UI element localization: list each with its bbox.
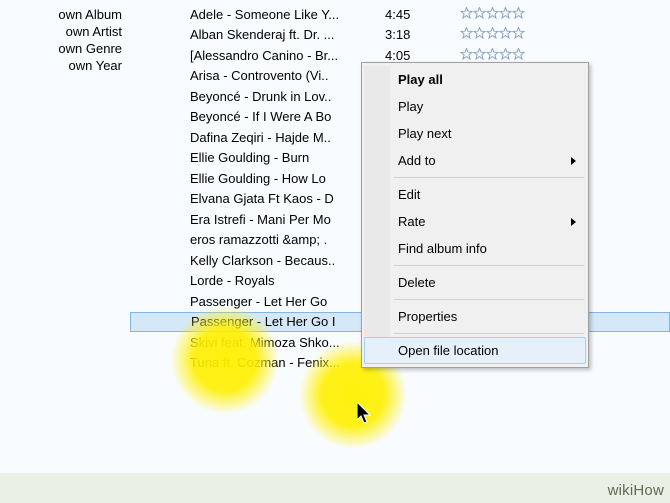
song-title: Kelly Clarkson - Becaus.. xyxy=(190,253,385,268)
star-icon xyxy=(473,7,486,19)
song-title: Ellie Goulding - Burn xyxy=(190,150,385,165)
song-rating[interactable] xyxy=(460,48,525,63)
song-title: Beyoncé - Drunk in Lov.. xyxy=(190,89,385,104)
menu-item-find-album-info[interactable]: Find album info xyxy=(364,235,586,262)
song-title: Adele - Someone Like Y... xyxy=(190,7,385,22)
chevron-right-icon xyxy=(571,157,576,165)
star-icon xyxy=(499,48,512,60)
song-title: Passenger - Let Her Go I xyxy=(191,314,386,329)
song-title: [Alessandro Canino - Br... xyxy=(190,48,385,63)
star-icon xyxy=(473,27,486,39)
song-title: Arisa - Controvento (Vi.. xyxy=(190,68,385,83)
star-icon xyxy=(486,27,499,39)
chevron-right-icon xyxy=(571,218,576,226)
watermark-bar xyxy=(0,473,670,503)
menu-item-play-all[interactable]: Play all xyxy=(364,66,586,93)
star-icon xyxy=(460,48,473,60)
song-duration: 4:05 xyxy=(385,48,460,63)
sidebar-item[interactable]: own Year xyxy=(0,57,130,74)
star-icon xyxy=(512,48,525,60)
song-title: Skivi feat. Mimoza Shko... xyxy=(190,335,385,350)
menu-item-rate[interactable]: Rate xyxy=(364,208,586,235)
watermark: wikiHow xyxy=(608,482,664,499)
menu-item-edit[interactable]: Edit xyxy=(364,181,586,208)
star-icon xyxy=(460,27,473,39)
star-icon xyxy=(512,27,525,39)
song-row[interactable]: Adele - Someone Like Y...4:45 xyxy=(130,4,670,25)
menu-item-add-to[interactable]: Add to xyxy=(364,147,586,174)
menu-item-delete[interactable]: Delete xyxy=(364,269,586,296)
menu-separator xyxy=(394,177,584,178)
song-duration: 3:18 xyxy=(385,27,460,42)
song-row[interactable]: Alban Skenderaj ft. Dr. ...3:18 xyxy=(130,25,670,46)
song-duration: 4:45 xyxy=(385,7,460,22)
star-icon xyxy=(460,7,473,19)
menu-separator xyxy=(394,299,584,300)
star-icon xyxy=(486,7,499,19)
song-rating[interactable] xyxy=(460,27,525,42)
song-title: Alban Skenderaj ft. Dr. ... xyxy=(190,27,385,42)
sidebar-item[interactable]: own Genre xyxy=(0,40,130,57)
star-icon xyxy=(473,48,486,60)
context-menu: Play allPlayPlay nextAdd to EditRateFind … xyxy=(361,62,589,368)
menu-item-open-file-location[interactable]: Open file location xyxy=(364,337,586,364)
song-title: eros ramazzotti &amp; . xyxy=(190,232,385,247)
sidebar-item[interactable]: own Artist xyxy=(0,23,130,40)
star-icon xyxy=(499,7,512,19)
song-title: Lorde - Royals xyxy=(190,273,385,288)
menu-separator xyxy=(394,333,584,334)
song-title: Elvana Gjata Ft Kaos - D xyxy=(190,191,385,206)
sidebar: own Albumown Artistown Genreown Year xyxy=(0,0,130,503)
menu-item-play[interactable]: Play xyxy=(364,93,586,120)
song-title: Tuna ft. Cozman - Fenix... xyxy=(190,355,385,370)
star-icon xyxy=(486,48,499,60)
star-icon xyxy=(499,27,512,39)
menu-item-play-next[interactable]: Play next xyxy=(364,120,586,147)
menu-item-properties[interactable]: Properties xyxy=(364,303,586,330)
song-title: Ellie Goulding - How Lo xyxy=(190,171,385,186)
menu-separator xyxy=(394,265,584,266)
song-title: Era Istrefi - Mani Per Mo xyxy=(190,212,385,227)
star-icon xyxy=(512,7,525,19)
song-title: Passenger - Let Her Go xyxy=(190,294,385,309)
song-title: Dafina Zeqiri - Hajde M.. xyxy=(190,130,385,145)
song-rating[interactable] xyxy=(460,7,525,22)
song-title: Beyoncé - If I Were A Bo xyxy=(190,109,385,124)
sidebar-item[interactable]: own Album xyxy=(0,6,130,23)
